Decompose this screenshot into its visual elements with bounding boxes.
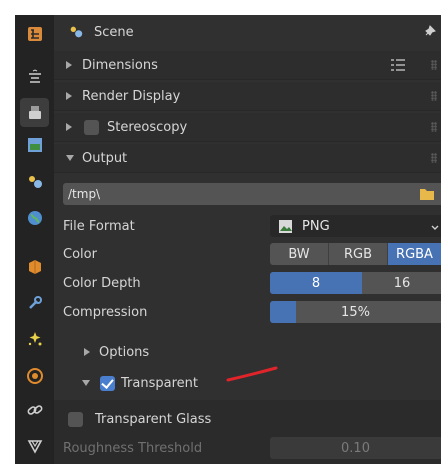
tool-icon [27, 26, 42, 41]
drag-handle-icon[interactable] [431, 122, 437, 132]
properties-tab-bar [15, 15, 54, 464]
roughness-threshold-value: 0.10 [341, 440, 370, 456]
transparent-glass-checkbox[interactable] [68, 411, 83, 427]
transparent-glass-row: Transparent Glass [54, 406, 441, 432]
roughness-threshold-label: Roughness Threshold [63, 440, 203, 456]
compression-label: Compression [63, 304, 148, 320]
file-format-label: File Format [63, 218, 135, 234]
output-panel-header[interactable]: Output [54, 144, 441, 173]
stereoscopy-checkbox[interactable] [84, 119, 99, 135]
drag-handle-icon[interactable] [431, 91, 437, 101]
file-format-dropdown[interactable]: PNG [270, 215, 441, 237]
transparent-checkbox[interactable] [100, 375, 115, 391]
chevron-right-icon [66, 61, 72, 69]
stereoscopy-panel-header[interactable]: Stereoscopy [54, 113, 441, 142]
color-bw-button[interactable]: BW [270, 243, 329, 265]
options-subpanel-header[interactable]: Options [54, 339, 441, 365]
render-display-panel-header[interactable]: Render Display [54, 82, 441, 111]
presets-list-icon[interactable] [391, 59, 405, 71]
tab-physics[interactable] [20, 361, 49, 390]
browse-folder-button[interactable] [412, 183, 441, 205]
tab-data[interactable] [20, 431, 49, 460]
roughness-threshold-field[interactable]: 0.10 [270, 437, 441, 459]
stereoscopy-label: Stereoscopy [107, 119, 188, 135]
tab-world[interactable] [20, 203, 49, 232]
tab-scene[interactable] [20, 167, 49, 196]
tab-output[interactable] [20, 98, 49, 127]
chevron-down-icon [82, 380, 90, 386]
chevron-down-icon [66, 155, 74, 161]
annotation-red-stroke [226, 366, 278, 382]
transparent-label: Transparent [121, 375, 198, 391]
transparent-glass-label: Transparent Glass [95, 411, 212, 427]
drag-handle-icon[interactable] [431, 153, 437, 163]
dimensions-panel-header[interactable]: Dimensions [54, 51, 441, 80]
output-label: Output [82, 150, 128, 166]
panel-header: Scene [54, 18, 441, 46]
properties-panel: Scene Dimensions Render Display Stereosc… [54, 15, 441, 464]
color-rgb-button[interactable]: RGB [329, 243, 388, 265]
color-depth-16-button[interactable]: 16 [363, 272, 441, 294]
color-label: Color [63, 246, 97, 262]
tab-render[interactable] [20, 62, 49, 91]
wrench-icon [28, 295, 42, 309]
printer-icon [28, 105, 41, 119]
chain-link-icon [27, 404, 42, 415]
drag-handle-icon[interactable] [431, 60, 437, 70]
color-depth-label: Color Depth [63, 275, 141, 291]
tab-view-layer[interactable] [20, 130, 49, 159]
color-depth-8-button[interactable]: 8 [270, 272, 362, 294]
compression-value: 15% [341, 304, 370, 320]
options-label: Options [99, 344, 150, 360]
file-format-value: PNG [302, 218, 330, 234]
particles-icon [28, 331, 41, 345]
panel-title: Scene [94, 24, 134, 40]
object-cube-icon [28, 259, 41, 274]
world-icon [27, 210, 42, 225]
chevron-right-icon [66, 92, 72, 100]
folder-icon [419, 189, 434, 200]
color-rgba-button[interactable]: RGBA [388, 243, 441, 265]
output-path-value: /tmp\ [68, 187, 101, 201]
mesh-data-icon [27, 439, 42, 454]
pin-icon[interactable] [423, 24, 437, 38]
dimensions-label: Dimensions [82, 57, 158, 73]
tab-tool[interactable] [20, 19, 49, 48]
scene-icon [28, 175, 42, 188]
render-icon [28, 68, 41, 83]
view-layer-icon [27, 137, 42, 152]
properties-editor: Scene Dimensions Render Display Stereosc… [15, 15, 441, 464]
chevron-down-icon [431, 221, 439, 230]
tab-constraints[interactable] [20, 395, 49, 424]
scene-icon [68, 24, 84, 40]
tab-object[interactable] [20, 252, 49, 281]
render-display-label: Render Display [82, 88, 181, 104]
physics-icon [26, 367, 43, 384]
chevron-right-icon [66, 123, 72, 131]
chevron-right-icon [84, 348, 90, 356]
compression-slider[interactable]: 15% [270, 301, 441, 323]
color-mode-selector: BW RGB RGBA [270, 243, 441, 265]
tab-particles[interactable] [20, 324, 49, 353]
tab-modifiers[interactable] [20, 288, 49, 317]
color-depth-selector: 8 16 [270, 272, 441, 294]
image-file-icon [278, 219, 293, 234]
output-path-field[interactable]: /tmp\ [63, 183, 412, 205]
